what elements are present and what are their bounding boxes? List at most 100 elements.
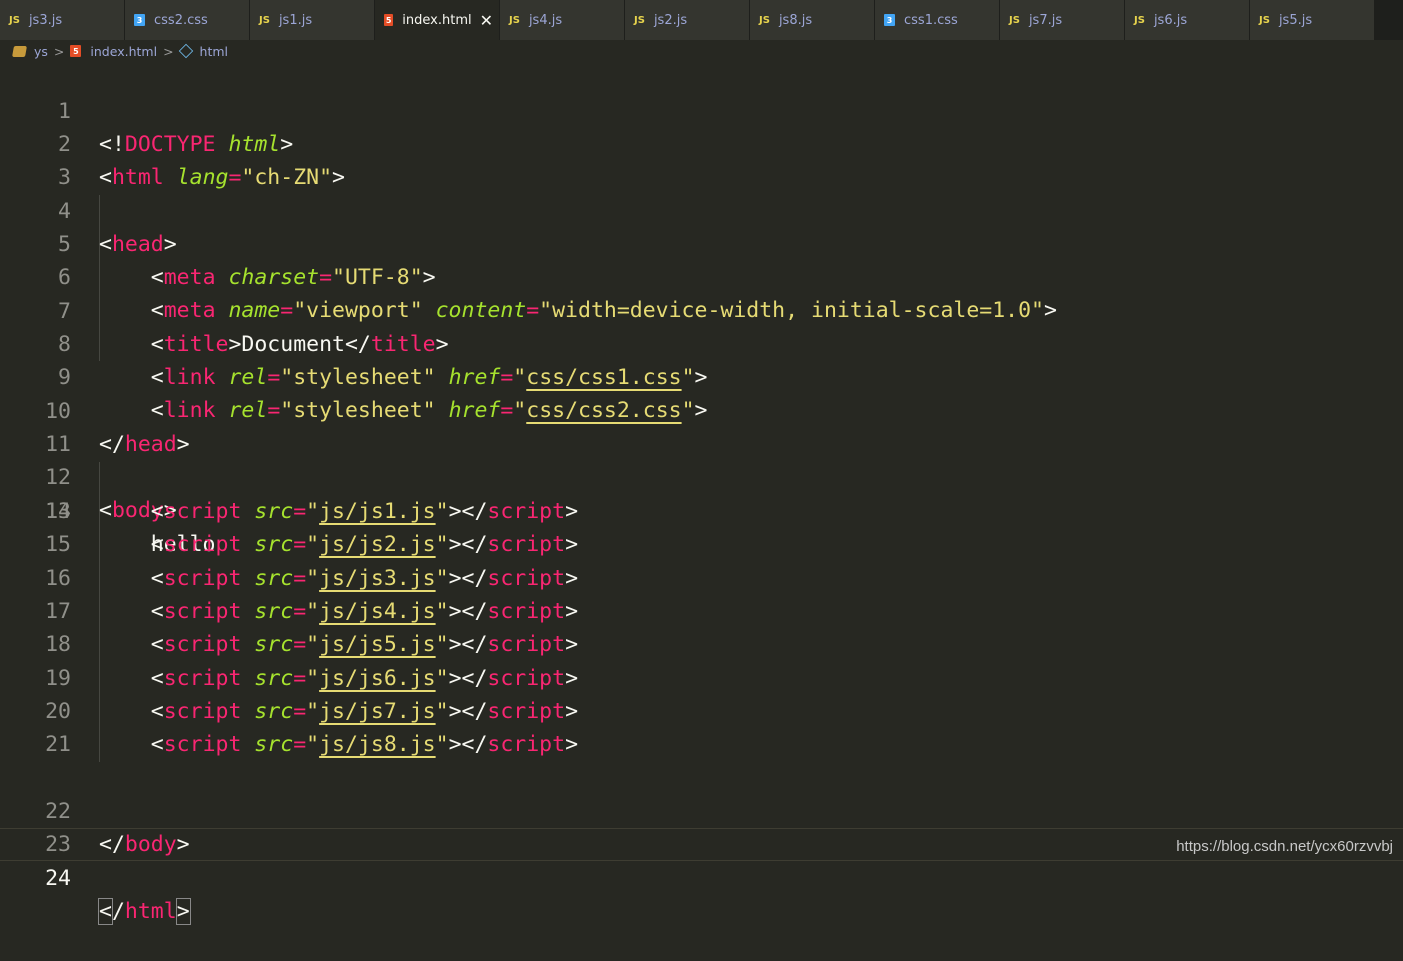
code-line[interactable]: 13 hello xyxy=(0,462,1403,557)
code-token: < xyxy=(150,732,164,757)
code-token: " xyxy=(435,732,449,757)
code-line[interactable]: 21 <script src="js/js8.js"></script> xyxy=(0,728,1403,761)
code-token: src xyxy=(254,566,294,591)
tab-label: js5.js xyxy=(1278,12,1313,28)
code-token: > xyxy=(565,566,579,591)
code-line[interactable]: 12 <body> xyxy=(0,428,1403,523)
code-token: " xyxy=(435,632,449,657)
tab-bar: JS js3.js 3 css2.css JS js1.js 5 index.html ✕ JS j… xyxy=(0,0,1403,40)
code-token: > xyxy=(565,699,579,724)
code-token: = xyxy=(293,699,307,724)
js-icon: JS xyxy=(9,14,20,26)
code-line[interactable]: 3 xyxy=(0,128,1403,190)
code-editor[interactable]: 1 <!DOCTYPE html> 2 <html lang="ch-ZN"> … xyxy=(0,62,1403,925)
js-path-link[interactable]: js/js8.js xyxy=(319,732,436,757)
code-token: " xyxy=(306,632,320,657)
code-token: > xyxy=(448,666,462,691)
code-line[interactable]: 17 <script src="js/js4.js"></script> xyxy=(0,595,1403,628)
code-token: script xyxy=(487,566,566,591)
breadcrumb-label: index.html xyxy=(90,43,158,59)
tab-7[interactable]: 3 css1.css xyxy=(875,0,1000,40)
close-icon[interactable]: ✕ xyxy=(480,11,493,30)
line-code: <script src="js/js3.js"></script> xyxy=(99,562,578,595)
tab-3[interactable]: 5 index.html ✕ xyxy=(375,0,500,40)
js-path-link[interactable]: js/js5.js xyxy=(319,632,436,657)
code-token: " xyxy=(306,599,320,624)
breadcrumb-item-2[interactable]: html xyxy=(178,43,229,59)
code-token: script xyxy=(163,566,242,591)
tab-2[interactable]: JS js1.js xyxy=(250,0,375,40)
code-token: > xyxy=(565,632,579,657)
code-token: </ xyxy=(461,499,488,524)
tab-label: js8.js xyxy=(778,12,813,28)
tab-4[interactable]: JS js4.js xyxy=(500,0,625,40)
code-token: src xyxy=(254,532,294,557)
code-line[interactable]: 23 xyxy=(0,795,1403,857)
code-token: src xyxy=(254,499,294,524)
code-line[interactable]: 18 <script src="js/js5.js"></script> xyxy=(0,628,1403,661)
code-token: script xyxy=(163,532,242,557)
code-line[interactable]: 9 <link rel="stylesheet" href="css/css2.… xyxy=(0,328,1403,423)
line-number: 16 xyxy=(45,566,71,591)
line-code: </html> xyxy=(98,895,191,928)
js-path-link[interactable]: js/js4.js xyxy=(319,599,436,624)
tab-1[interactable]: 3 css2.css xyxy=(125,0,250,40)
code-line[interactable]: 16 <script src="js/js3.js"></script> xyxy=(0,562,1403,595)
code-token: > xyxy=(448,566,462,591)
js-path-link[interactable]: js/js3.js xyxy=(319,566,436,591)
tab-9[interactable]: JS js6.js xyxy=(1125,0,1250,40)
code-token: </ xyxy=(461,666,488,691)
code-line[interactable]: 10 </head> xyxy=(0,362,1403,457)
code-line[interactable]: 22 </body> xyxy=(0,762,1403,857)
code-token: = xyxy=(293,732,307,757)
js-icon: JS xyxy=(1259,14,1270,26)
css-icon: 3 xyxy=(884,14,895,26)
code-token: </ xyxy=(461,566,488,591)
code-line[interactable]: 6 <meta name="viewport" content="width=d… xyxy=(0,228,1403,323)
code-line[interactable]: 2 <html lang="ch-ZN"> xyxy=(0,95,1403,190)
code-line[interactable]: 14 <script src="js/js1.js"></script> xyxy=(0,495,1403,528)
code-line[interactable]: 8 <link rel="stylesheet" href="css/css1.… xyxy=(0,295,1403,390)
js-path-link[interactable]: js/js7.js xyxy=(319,699,436,724)
code-token: " xyxy=(435,532,449,557)
code-token: script xyxy=(163,666,242,691)
code-line[interactable]: 1 <!DOCTYPE html> xyxy=(0,62,1403,157)
js-path-link[interactable]: js/js1.js xyxy=(319,499,436,524)
watermark: https://blog.csdn.net/ycx60rzvvbj xyxy=(1176,838,1393,855)
code-line[interactable]: 7 <title>Document</title> xyxy=(0,262,1403,357)
js-path-link[interactable]: js/js6.js xyxy=(319,666,436,691)
code-token: src xyxy=(254,666,294,691)
code-token: script xyxy=(487,632,566,657)
line-code: <script src="js/js7.js"></script> xyxy=(99,695,578,728)
tab-5[interactable]: JS js2.js xyxy=(625,0,750,40)
code-token: " xyxy=(306,499,320,524)
line-number: 24 xyxy=(45,866,71,891)
line-code: <script src="js/js5.js"></script> xyxy=(99,628,578,661)
code-token: > xyxy=(565,532,579,557)
tab-6[interactable]: JS js8.js xyxy=(750,0,875,40)
tab-8[interactable]: JS js7.js xyxy=(1000,0,1125,40)
breadcrumb-item-0[interactable]: ys > xyxy=(12,44,70,59)
line-code: <script src="js/js8.js"></script> xyxy=(99,728,578,761)
code-token: </ xyxy=(461,599,488,624)
breadcrumb-label: html xyxy=(199,43,229,59)
code-token: > xyxy=(565,666,579,691)
tab-label: js1.js xyxy=(278,12,313,28)
code-token: / xyxy=(111,899,125,924)
code-line[interactable]: 4 <head> xyxy=(0,162,1403,257)
code-line[interactable]: 19 <script src="js/js6.js"></script> xyxy=(0,662,1403,695)
code-line[interactable]: 15 <script src="js/js2.js"></script> xyxy=(0,528,1403,561)
cube-icon xyxy=(178,43,193,59)
js-path-link[interactable]: js/js2.js xyxy=(319,532,436,557)
js-icon: JS xyxy=(1009,14,1020,26)
code-line[interactable]: 11 xyxy=(0,395,1403,457)
line-number: 21 xyxy=(45,732,71,757)
folder-icon xyxy=(12,45,27,57)
code-token: </ xyxy=(461,732,488,757)
code-token: script xyxy=(487,599,566,624)
code-line[interactable]: 5 <meta charset="UTF-8"> xyxy=(0,195,1403,290)
tab-0[interactable]: JS js3.js xyxy=(0,0,125,40)
code-line[interactable]: 20 <script src="js/js7.js"></script> xyxy=(0,695,1403,728)
tab-10[interactable]: JS js5.js xyxy=(1250,0,1375,40)
breadcrumb-item-1[interactable]: 5 index.html > xyxy=(70,44,179,59)
